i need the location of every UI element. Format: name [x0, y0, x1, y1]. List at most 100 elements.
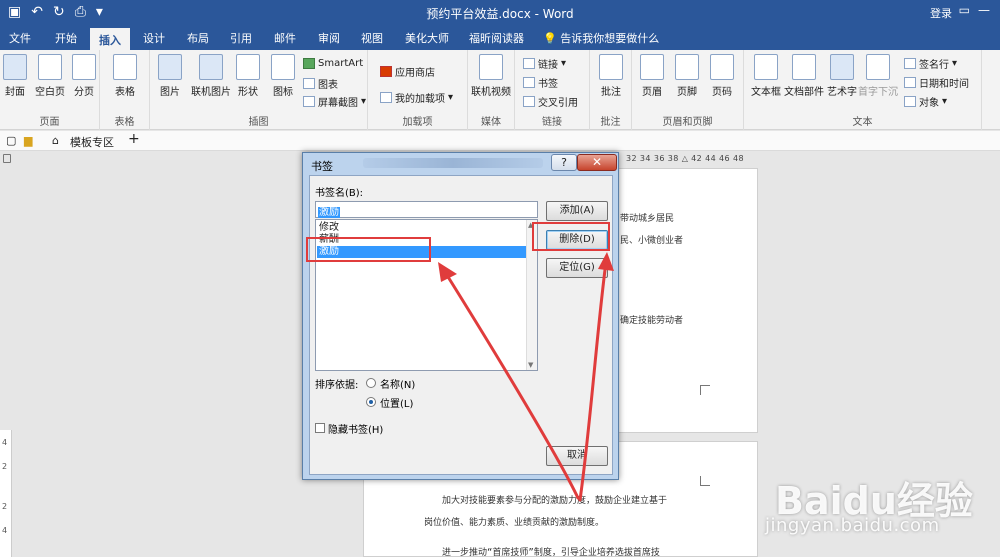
header-icon [640, 54, 664, 80]
home-icon[interactable]: ⌂ [52, 134, 59, 147]
date-time-icon [904, 77, 916, 88]
folder-icon[interactable]: ▆ [24, 134, 32, 147]
bookmark-name-value: 激励 [318, 207, 340, 218]
cancel-button[interactable]: 取消 [546, 446, 608, 466]
tab-layout[interactable]: 布局 [187, 30, 209, 46]
cross-reference-button[interactable]: 交叉引用 [523, 94, 578, 109]
wordart-icon [830, 54, 854, 80]
blank-page-icon [38, 54, 62, 80]
tab-insert[interactable]: 插入 [90, 28, 130, 50]
tab-selector-icon[interactable] [3, 154, 11, 163]
icons-icon [271, 54, 295, 80]
group-addins: 应用商店 我的加载项 ▾ 加载项 [368, 50, 468, 130]
quick-parts-button[interactable]: 文档部件 [784, 54, 824, 98]
comment-icon [599, 54, 623, 80]
picture-button[interactable]: 图片 [150, 54, 190, 98]
vertical-ruler: 4 2 2 4 [0, 430, 12, 557]
new-document-icon[interactable]: ▢ [6, 134, 16, 147]
header-button[interactable]: 页眉 [632, 54, 672, 98]
document-title: 预约平台效益.docx - Word [426, 7, 574, 21]
group-text-label: 文本 [852, 117, 873, 128]
ruler-numbers: 32 34 36 38 △ 42 44 46 48 [626, 154, 744, 163]
hidden-bookmarks-checkbox[interactable] [315, 423, 325, 433]
crop-mark [700, 476, 710, 486]
minimize-icon[interactable]: — [978, 3, 990, 17]
group-pages-label: 页面 [39, 117, 60, 128]
group-header-footer: 页眉 页脚 页码 页眉和页脚 [632, 50, 744, 130]
bookmark-icon [523, 77, 535, 88]
textbox-button[interactable]: 文本框 [746, 54, 786, 98]
shapes-icon [236, 54, 260, 80]
online-picture-icon [199, 54, 223, 80]
chevron-down-icon: ▾ [448, 92, 454, 103]
wordart-button[interactable]: 艺术字 [822, 54, 862, 98]
signature-line-button[interactable]: 签名行 ▾ [904, 56, 957, 71]
online-video-button[interactable]: 联机视频 [471, 54, 511, 98]
picture-icon [158, 54, 182, 80]
screenshot-button[interactable]: 屏幕截图 ▾ [303, 94, 366, 109]
icons-button[interactable]: 图标 [263, 54, 303, 98]
sort-by-name-radio[interactable] [366, 378, 376, 388]
my-addins-button[interactable]: 我的加载项 ▾ [380, 90, 453, 105]
template-zone-tab[interactable]: 模板专区 [70, 134, 114, 150]
online-video-icon [479, 54, 503, 80]
textbox-icon [754, 54, 778, 80]
tab-foxit[interactable]: 福昕阅读器 [469, 30, 524, 46]
add-button[interactable]: 添加(A) [546, 201, 608, 221]
smartart-button[interactable]: SmartArt [303, 58, 363, 69]
shapes-button[interactable]: 形状 [228, 54, 268, 98]
document-tabs-bar: ▢ ▆ ⌂ 模板专区 + [0, 131, 1000, 151]
drop-cap-button[interactable]: 首字下沉 [858, 54, 898, 98]
date-time-button[interactable]: 日期和时间 [904, 75, 969, 90]
tab-view[interactable]: 视图 [361, 30, 383, 46]
group-pages: 封面 空白页 分页 页面 [0, 50, 100, 130]
group-header-footer-label: 页眉和页脚 [662, 117, 713, 128]
chart-button[interactable]: 图表 [303, 76, 338, 91]
ribbon-display-icon[interactable]: ▭ [959, 3, 970, 17]
tab-mailings[interactable]: 邮件 [274, 30, 296, 46]
addins-icon [380, 92, 392, 103]
tell-me-text: 告诉我你想要做什么 [560, 32, 660, 45]
chart-icon [303, 78, 315, 89]
smartart-icon [303, 58, 315, 69]
tab-design[interactable]: 设计 [143, 30, 165, 46]
login-link[interactable]: 登录 [930, 5, 952, 21]
tab-review[interactable]: 审阅 [318, 30, 340, 46]
table-button[interactable]: 表格 [105, 54, 145, 98]
sort-by-position-radio[interactable] [366, 397, 376, 407]
list-item[interactable]: 修改 [317, 222, 526, 234]
group-media-label: 媒体 [481, 117, 501, 128]
add-tab-button[interactable]: + [128, 131, 140, 147]
scroll-down-icon[interactable]: ▼ [528, 361, 533, 369]
object-button[interactable]: 对象 ▾ [904, 94, 947, 109]
help-button[interactable]: ? [551, 154, 577, 171]
ribbon-tabs: 文件 开始 插入 设计 布局 引用 邮件 审阅 视图 美化大师 福昕阅读器 💡 … [0, 26, 1000, 50]
tab-file[interactable]: 文件 [9, 30, 31, 46]
page-number-button[interactable]: 页码 [702, 54, 742, 98]
page-break-button[interactable]: 分页 [64, 54, 104, 98]
table-icon [113, 54, 137, 80]
comment-button[interactable]: 批注 [591, 54, 631, 98]
goto-button[interactable]: 定位(G) [546, 258, 608, 278]
lightbulb-icon: 💡 [543, 32, 557, 45]
tab-home[interactable]: 开始 [55, 30, 77, 46]
group-illustrations-label: 插图 [248, 117, 269, 128]
object-icon [904, 96, 916, 107]
group-tables: 表格 表格 [100, 50, 150, 130]
tab-beautify[interactable]: 美化大师 [405, 30, 449, 46]
group-text: 文本框 文档部件 艺术字 首字下沉 签名行 ▾ 日期和时间 对象 ▾ 文本 [744, 50, 982, 130]
page2-line-1: 加大对技能要素参与分配的激励力度，鼓励企业建立基于 [442, 496, 668, 506]
highlight-delete-button [532, 222, 610, 251]
tab-references[interactable]: 引用 [230, 30, 252, 46]
tell-me-box[interactable]: 💡 告诉我你想要做什么 [543, 30, 659, 46]
bookmark-button[interactable]: 书签 [523, 75, 558, 90]
page2-line-3: 进一步推动“首席技师”制度，引导企业培养选拔首席技 [442, 548, 660, 557]
footer-button[interactable]: 页脚 [667, 54, 707, 98]
bookmark-name-input[interactable]: 激励 [315, 201, 538, 218]
dialog-body: 书签名(B): 激励 修改 薪酬 激励 ▲ ▼ 添加(A) 删除(D) 定位(G… [309, 175, 613, 475]
screenshot-icon [303, 96, 315, 107]
store-button[interactable]: 应用商店 [380, 64, 435, 79]
close-button[interactable]: ✕ [577, 154, 617, 171]
link-button[interactable]: 链接 ▾ [523, 56, 566, 71]
group-links-label: 链接 [542, 117, 562, 128]
